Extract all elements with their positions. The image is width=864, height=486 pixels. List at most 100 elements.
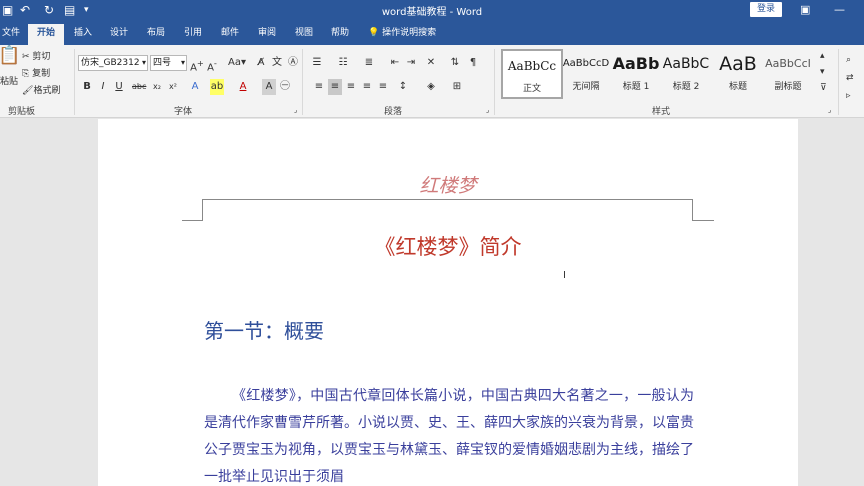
font-name-value: 仿宋_GB2312 [81,58,140,68]
tell-me-search[interactable]: 💡 操作说明搜索 [368,24,436,43]
bullets-icon[interactable]: ☰ [310,55,324,71]
phonetic-guide-icon[interactable]: 文 [270,55,284,71]
tab-layout[interactable]: 布局 [143,24,169,45]
paragraph-group-label: 段落 [384,107,403,117]
align-center-icon[interactable]: ≡ [328,79,342,95]
distributed-icon[interactable]: ≡ [376,79,390,95]
enclosed-character-icon[interactable]: ㊀ [278,79,292,95]
highlight-icon[interactable]: ab [210,79,224,95]
shrink-font-icon[interactable]: A- [205,55,219,73]
chinese-layout-icon[interactable]: ✕ [424,55,438,71]
multilevel-list-icon[interactable]: ≣ [362,55,376,71]
paste-button[interactable]: 粘贴 [0,75,18,89]
gallery-more-icon[interactable]: ⊽ [820,81,827,95]
tab-home[interactable]: 开始 [28,24,64,45]
enclose-characters-icon[interactable]: Ⓐ [286,55,300,71]
lightbulb-icon: 💡 [368,28,380,38]
tab-mailings[interactable]: 邮件 [217,24,243,45]
style-sample: AaBbCc [507,59,557,73]
font-name-combo[interactable]: 仿宋_GB2312 ▾ [78,55,148,71]
header-rule [182,220,203,221]
format-painter-button[interactable]: 🖌格式刷 [22,84,60,98]
text-cursor-icon: I [563,270,566,281]
group-divider [302,49,303,115]
section-heading: 第一节：概要 [204,319,324,343]
header-rule [202,199,693,200]
header-rule [692,220,714,221]
paintbrush-icon: 🖌 [22,86,34,96]
tell-me-label: 操作说明搜索 [382,28,437,38]
styles-group-label: 样式 [652,107,671,117]
align-right-icon[interactable]: ≡ [344,79,358,95]
tab-design[interactable]: 设计 [106,24,132,45]
style-normal[interactable]: AaBbCc 正文 [501,49,563,99]
font-color-icon[interactable]: A [236,79,250,95]
bold-icon[interactable]: B [80,79,94,95]
cut-button[interactable]: ✂ 剪切 [22,50,50,64]
character-shading-icon[interactable]: A [262,79,276,95]
italic-icon[interactable]: I [96,79,110,95]
minimize-icon[interactable]: — [834,2,845,18]
ribbon-display-options-icon[interactable]: ▣ [800,2,810,18]
tab-view[interactable]: 视图 [291,24,317,45]
text-effects-icon[interactable]: A [188,79,202,95]
gallery-up-icon[interactable]: ▴ [820,49,825,63]
title-bar: ▣ ↶ ↻ ▤ ▾ word基础教程 - Word 登录 ▣ — [0,0,864,20]
font-size-value: 四号 [153,58,172,68]
clear-formatting-icon[interactable]: A̸ [254,55,268,71]
strikethrough-icon[interactable]: abc [132,79,146,95]
tab-references[interactable]: 引用 [180,24,206,45]
borders-icon[interactable]: ⊞ [450,79,464,95]
chevron-down-icon: ▾ [141,58,146,67]
shading-icon[interactable]: ◈ [424,79,438,95]
tab-file[interactable]: 文件 [0,24,22,45]
gallery-down-icon[interactable]: ▾ [820,65,825,79]
dialog-launcher-icon[interactable]: ⌟ [486,103,489,117]
chevron-down-icon: ▾ [180,58,185,67]
group-divider [74,49,75,115]
change-case-icon[interactable]: Aa▾ [226,55,248,71]
copy-label: 复制 [32,69,51,79]
underline-icon[interactable]: U [112,79,126,95]
justify-icon[interactable]: ≡ [360,79,374,95]
body-paragraph: 《红楼梦》，中国古代章回体长篇小说，中国古典四大名著之一，一般认为是清代作家曹雪… [204,388,694,485]
header-rule [202,199,203,221]
format-painter-label: 格式刷 [33,86,61,96]
line-spacing-icon[interactable]: ↕ [396,79,410,95]
tab-help[interactable]: 帮助 [327,24,353,45]
font-size-combo[interactable]: 四号 ▾ [150,55,187,71]
style-subtitle[interactable]: AaBbCcI 副标题 [757,49,819,99]
style-name: 副标题 [774,82,802,92]
superscript-icon[interactable]: x² [166,79,180,95]
dialog-launcher-icon[interactable]: ⌟ [294,103,297,117]
ribbon-tabs: 文件 开始 插入 设计 布局 引用 邮件 审阅 视图 帮助 💡 操作说明搜索 [0,20,864,45]
show-marks-icon[interactable]: ¶ [466,55,480,71]
copy-icon: ⎘ [22,69,30,79]
document-page[interactable]: 红楼梦 《红楼梦》简介 I 第一节：概要 《红楼梦》，中国古代章回体长篇小说，中… [98,119,798,486]
sort-icon[interactable]: ⇅ [448,55,462,71]
dialog-launcher-icon[interactable]: ⌟ [828,103,831,117]
paste-icon[interactable]: 📋 [0,47,20,65]
numbering-icon[interactable]: ☷ [336,55,350,71]
tab-insert[interactable]: 插入 [70,24,96,45]
login-button[interactable]: 登录 [750,2,782,17]
align-left-icon[interactable]: ≡ [312,79,326,95]
cut-label: 剪切 [32,52,51,62]
scissors-icon: ✂ [22,52,30,62]
document-title-heading: 《红楼梦》简介 [374,235,522,259]
font-group-label: 字体 [174,107,193,117]
clipboard-group-label: 剪贴板 [8,107,36,117]
group-divider [494,49,495,115]
styles-gallery: AaBbCc 正文 AaBbCcD 无间隔 AaBb 标题 1 AaBbC 标题… [499,49,819,99]
style-name: 正文 [522,84,541,94]
increase-indent-icon[interactable]: ⇥ [404,55,418,71]
find-icon[interactable]: ⌕ [846,53,851,67]
group-divider [838,49,839,115]
grow-font-icon[interactable]: A+ [190,55,204,73]
subscript-icon[interactable]: x₂ [150,79,164,95]
tab-review[interactable]: 审阅 [254,24,280,45]
select-icon[interactable]: ▹ [846,89,851,103]
decrease-indent-icon[interactable]: ⇤ [388,55,402,71]
copy-button[interactable]: ⎘ 复制 [22,67,50,81]
replace-icon[interactable]: ⇄ [846,71,854,85]
